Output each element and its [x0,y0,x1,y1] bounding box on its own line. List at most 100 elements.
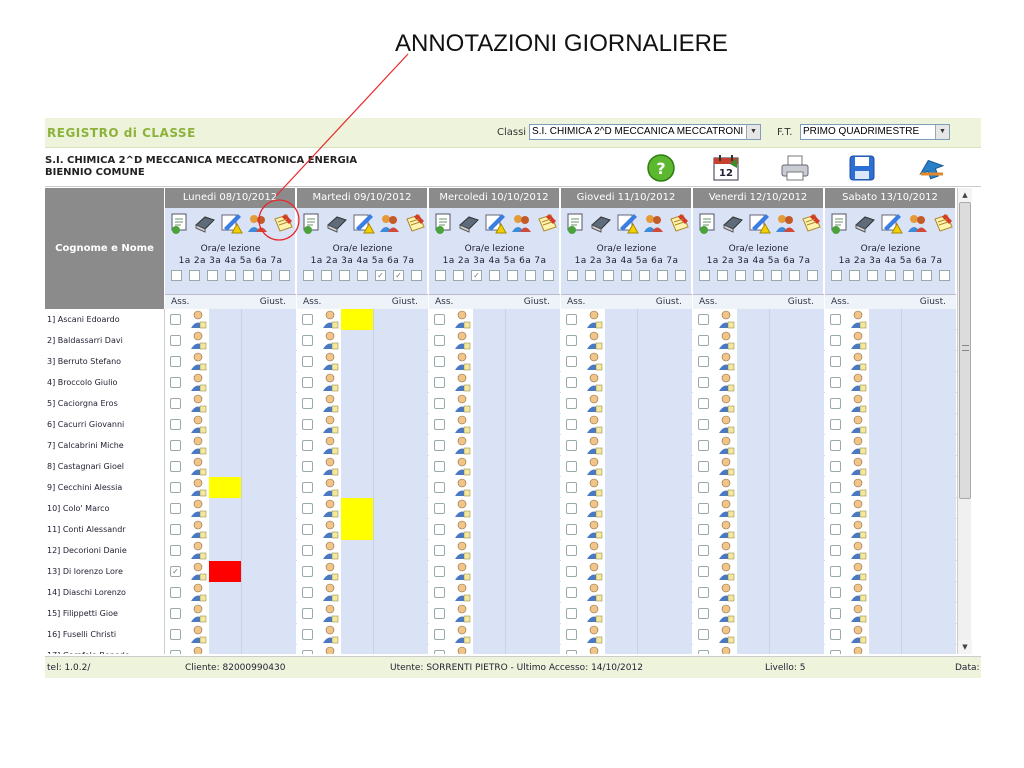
absence-checkbox[interactable] [830,545,841,556]
absence-checkbox[interactable] [434,419,445,430]
student-person-icon[interactable] [585,415,603,434]
people-icon[interactable] [905,211,929,235]
giust-cell[interactable] [505,498,560,519]
giust-cell[interactable] [373,330,428,351]
ora-checkbox[interactable] [453,270,464,281]
chevron-down-icon[interactable]: ▼ [935,125,949,139]
student-person-icon[interactable] [849,520,867,539]
ora-checkbox[interactable] [225,270,236,281]
giust-cell[interactable] [241,561,296,582]
student-person-icon[interactable] [849,331,867,350]
absence-checkbox[interactable] [434,377,445,388]
giust-cell[interactable] [637,519,692,540]
student-person-icon[interactable] [189,310,207,329]
giust-cell[interactable] [769,435,824,456]
student-person-icon[interactable] [717,562,735,581]
absence-checkbox[interactable] [698,650,709,654]
status-cell[interactable] [737,645,769,654]
student-person-icon[interactable] [849,583,867,602]
giust-cell[interactable] [769,351,824,372]
giust-cell[interactable] [241,519,296,540]
ora-checkbox[interactable] [885,270,896,281]
giust-cell[interactable] [505,477,560,498]
giust-cell[interactable] [241,372,296,393]
giust-cell[interactable] [901,561,956,582]
book-icon[interactable] [853,211,877,235]
status-cell[interactable] [869,372,901,393]
giust-cell[interactable] [241,414,296,435]
ora-checkbox[interactable] [507,270,518,281]
status-cell[interactable] [737,561,769,582]
status-cell[interactable] [605,330,637,351]
status-cell[interactable] [869,519,901,540]
giust-cell[interactable] [505,351,560,372]
giust-cell[interactable] [769,561,824,582]
absence-checkbox[interactable] [434,335,445,346]
ora-checkbox[interactable] [303,270,314,281]
student-person-icon[interactable] [717,394,735,413]
status-cell[interactable] [605,435,637,456]
absence-checkbox[interactable] [170,398,181,409]
absence-checkbox[interactable] [698,314,709,325]
chevron-down-icon[interactable]: ▼ [746,125,760,139]
giust-cell[interactable] [769,330,824,351]
status-cell[interactable] [737,309,769,330]
giust-cell[interactable] [241,351,296,372]
giust-cell[interactable] [241,309,296,330]
student-person-icon[interactable] [585,562,603,581]
people-icon[interactable] [773,211,797,235]
status-cell[interactable] [473,456,505,477]
giust-cell[interactable] [505,393,560,414]
status-cell[interactable] [737,540,769,561]
absence-checkbox[interactable] [170,650,181,654]
student-person-icon[interactable] [585,520,603,539]
absence-checkbox[interactable] [830,335,841,346]
student-person-icon[interactable] [585,604,603,623]
absence-checkbox[interactable] [434,398,445,409]
status-cell[interactable] [737,603,769,624]
status-cell[interactable] [737,498,769,519]
ora-checkbox[interactable] [921,270,932,281]
student-person-icon[interactable] [585,373,603,392]
absence-checkbox[interactable] [698,608,709,619]
ora-checkbox[interactable] [603,270,614,281]
student-person-icon[interactable] [849,562,867,581]
status-cell[interactable] [737,582,769,603]
giust-cell[interactable] [637,330,692,351]
absence-checkbox[interactable] [830,377,841,388]
status-cell[interactable] [341,498,373,519]
status-cell[interactable] [605,561,637,582]
student-person-icon[interactable] [585,646,603,654]
giust-cell[interactable] [769,372,824,393]
absence-checkbox[interactable] [302,440,313,451]
edit-warning-icon[interactable] [351,211,375,235]
student-person-icon[interactable] [585,436,603,455]
student-person-icon[interactable] [321,331,339,350]
status-cell[interactable] [341,624,373,645]
ora-checkbox[interactable] [357,270,368,281]
student-person-icon[interactable] [189,436,207,455]
giust-cell[interactable] [373,477,428,498]
ora-checkbox[interactable] [189,270,200,281]
giust-cell[interactable] [505,330,560,351]
term-select[interactable]: PRIMO QUADRIMESTRE ▼ [800,124,950,140]
status-cell[interactable] [473,498,505,519]
edit-warning-icon[interactable] [747,211,771,235]
status-cell[interactable] [209,582,241,603]
absence-checkbox[interactable] [170,335,181,346]
student-person-icon[interactable] [453,499,471,518]
annotation-icon[interactable] [931,211,955,235]
absence-checkbox[interactable] [170,440,181,451]
status-cell[interactable] [341,519,373,540]
absence-checkbox[interactable] [302,629,313,640]
absence-checkbox[interactable] [434,629,445,640]
giust-cell[interactable] [505,540,560,561]
book-icon[interactable] [325,211,349,235]
absence-checkbox[interactable] [170,545,181,556]
giust-cell[interactable] [901,603,956,624]
absence-checkbox[interactable] [830,650,841,654]
giust-cell[interactable] [241,624,296,645]
status-cell[interactable] [605,519,637,540]
absence-checkbox[interactable] [170,608,181,619]
giust-cell[interactable] [373,414,428,435]
